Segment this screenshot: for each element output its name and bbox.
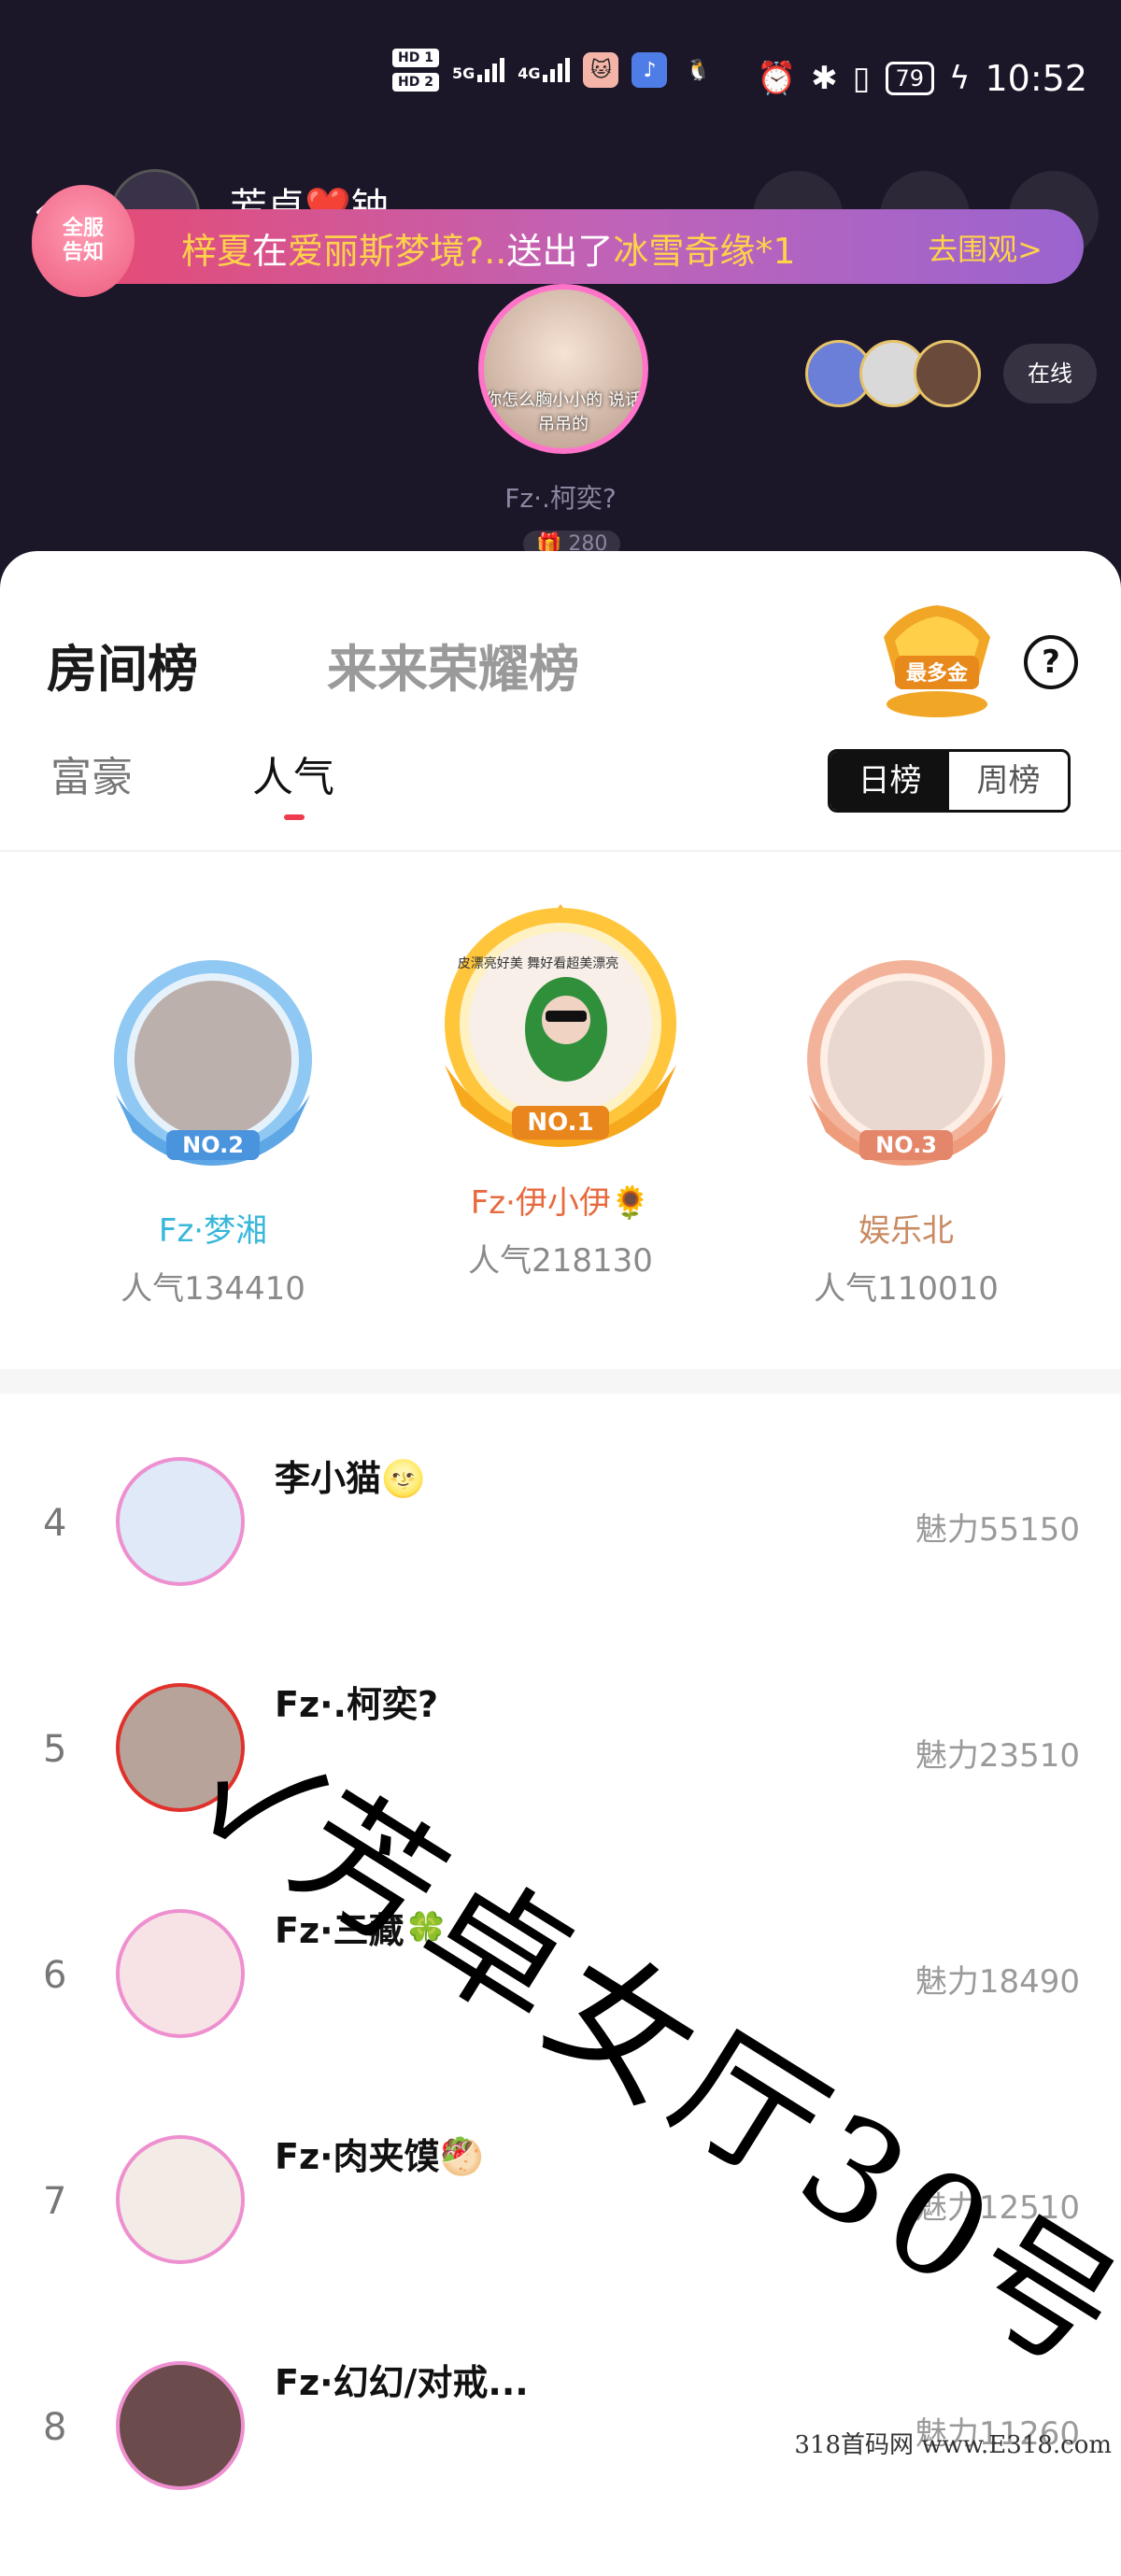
avatar[interactable] — [116, 1457, 245, 1586]
signal-4g-label: 4G — [518, 64, 541, 82]
singer-avatar[interactable]: 你怎么胸小小的 说话吊吊的 — [478, 284, 648, 454]
clock: 10:52 — [985, 58, 1087, 99]
period-daily[interactable]: 日榜 — [830, 752, 949, 810]
award-label: 最多金 — [906, 661, 969, 686]
singer-avatar-caption: 你怎么胸小小的 说话吊吊的 — [485, 390, 642, 434]
help-icon[interactable]: ? — [1024, 635, 1078, 689]
period-weekly[interactable]: 周榜 — [949, 752, 1068, 810]
global-notice-badge: 全服 告知 — [32, 185, 135, 297]
charm-score: 魅力23510 — [915, 1737, 1080, 1775]
user-name: 李小猫🌝 — [275, 1458, 426, 1499]
singer-name: Fz·.柯奕? — [504, 483, 617, 514]
notice-in: 在 — [252, 231, 289, 272]
rank-number: 7 — [43, 2180, 67, 2223]
tab-popularity[interactable]: 人气 — [252, 743, 334, 803]
alarm-icon: ⏰ — [756, 60, 797, 97]
avatar[interactable] — [116, 2361, 245, 2490]
hd1-badge: HD 1 — [392, 49, 439, 67]
podium-name-2: Fz·梦湘 — [158, 1212, 268, 1250]
site-watermark: 318首码网 www.E318.com — [794, 2431, 1112, 2459]
podium-frame-1[interactable]: NO.1 皮漂亮好美 舞好看超美漂亮 — [426, 899, 695, 1149]
signal-bars-icon — [477, 58, 505, 82]
podium-name-3: 娱乐北 — [858, 1212, 954, 1250]
user-name: Fz·肉夹馍🥙 — [275, 2136, 484, 2177]
user-name: Fz·幻幻/对戒... — [275, 2362, 529, 2403]
qq-icon: 🐧 — [685, 58, 712, 82]
podium-frame-caption: 皮漂亮好美 舞好看超美漂亮 — [458, 955, 618, 971]
online-avatars[interactable] — [805, 340, 981, 407]
status-left: HD 1 HD 2 5G 4G 🐱 ♪ 🐧 — [392, 49, 716, 92]
podium-frame-2[interactable]: NO.2 — [97, 955, 329, 1169]
signal-4g: 4G — [518, 58, 571, 82]
rank-number: 6 — [43, 1954, 67, 1997]
tab-room-rank[interactable]: 房间榜 — [47, 628, 198, 701]
list-item[interactable]: 8 Fz·幻幻/对戒... 魅力11260 — [0, 2352, 1121, 2576]
notice-user: 梓夏 — [181, 231, 253, 272]
online-user-avatar — [914, 340, 981, 407]
rank-number: 4 — [43, 1502, 67, 1545]
podium-rank-label: NO.2 — [182, 1132, 244, 1158]
list-item[interactable]: 4 李小猫🌝 魅力55150 — [0, 1448, 1121, 1672]
vibrate-icon: ▯ — [852, 60, 871, 97]
global-notice-banner[interactable]: 全服 告知 梓夏在爱丽斯梦境?..送出了冰雪奇缘*1 去围观> — [32, 185, 1084, 297]
podium-score-2: 人气134410 — [121, 1270, 305, 1308]
podium-name-1: Fz·伊小伊🌻 — [470, 1184, 651, 1222]
signal-5g-label: 5G — [451, 64, 475, 82]
hd2-badge: HD 2 — [392, 73, 439, 92]
section-gap — [0, 1369, 1121, 1394]
status-right: ⏰ ✱ ▯ 79 ϟ 10:52 — [757, 58, 1087, 99]
charm-score: 魅力18490 — [915, 1963, 1080, 2001]
tab-active-indicator — [284, 814, 305, 820]
charging-icon: ϟ — [949, 60, 971, 97]
signal-bars-icon — [543, 58, 571, 82]
podium-rank-label: NO.1 — [527, 1109, 593, 1137]
tab-honor-rank[interactable]: 来来荣耀榜 — [327, 628, 579, 701]
charm-score: 魅力55150 — [915, 1511, 1080, 1549]
avatar[interactable] — [116, 2135, 245, 2264]
podium-score-3: 人气110010 — [814, 1270, 999, 1308]
app-notification-icon: 🐱 — [583, 52, 619, 88]
podium-frame-3[interactable]: NO.3 — [790, 955, 1022, 1169]
notice-sent: 送出了 — [506, 231, 614, 272]
go-watch-link[interactable]: 去围观> — [928, 226, 1043, 269]
tab-rich[interactable]: 富豪 — [50, 743, 133, 803]
music-app-icon: ♪ — [631, 52, 668, 88]
rank-number: 8 — [43, 2406, 67, 2449]
online-button[interactable]: 在线 — [1003, 344, 1097, 403]
notice-room: 爱丽斯梦境?.. — [288, 231, 507, 272]
room-background: HD 1 HD 2 5G 4G 🐱 ♪ 🐧 ⏰ ✱ ▯ 79 ϟ 10:52 ‹ — [0, 0, 1121, 598]
podium-score-1: 人气218130 — [468, 1242, 653, 1280]
bluetooth-icon: ✱ — [811, 60, 838, 97]
divider — [0, 850, 1121, 852]
status-bar: HD 1 HD 2 5G 4G 🐱 ♪ 🐧 ⏰ ✱ ▯ 79 ϟ 10:52 — [0, 0, 1121, 163]
gold-award-icon[interactable]: 最多金 — [874, 600, 1000, 723]
podium-rank-label: NO.3 — [875, 1132, 937, 1158]
period-switch[interactable]: 日榜 周榜 — [828, 749, 1071, 813]
notice-text: 梓夏在爱丽斯梦境?..送出了冰雪奇缘*1 — [181, 222, 796, 274]
battery-icon: 79 — [885, 62, 935, 95]
notice-gift: 冰雪奇缘*1 — [613, 231, 796, 272]
avatar[interactable] — [116, 1909, 245, 2038]
signal-5g: 5G — [451, 58, 505, 82]
hd-badges: HD 1 HD 2 — [392, 49, 439, 92]
rank-number: 5 — [43, 1728, 67, 1771]
